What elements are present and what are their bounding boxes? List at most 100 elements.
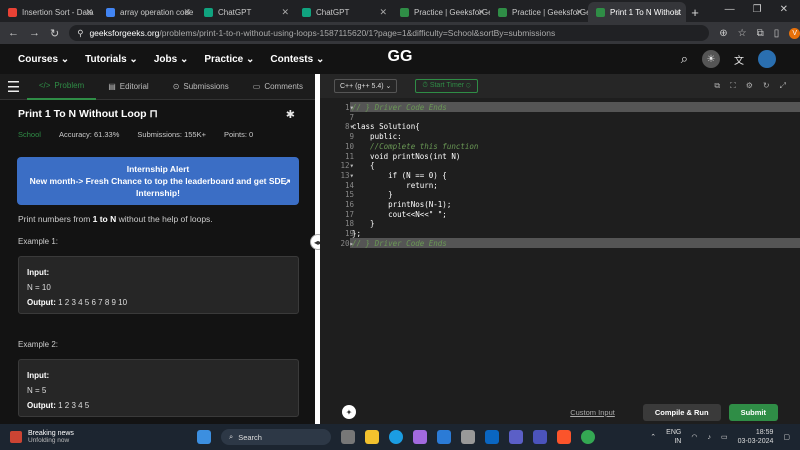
- brave-icon[interactable]: [557, 430, 571, 444]
- code-line: void printNos(int N): [352, 151, 461, 161]
- back-icon[interactable]: ←: [8, 27, 19, 39]
- gfg-nav-item[interactable]: Practice ⌄: [204, 54, 254, 65]
- compile-run-button[interactable]: Compile & Run: [642, 403, 721, 421]
- user-avatar[interactable]: [758, 50, 776, 68]
- profile-avatar[interactable]: V: [789, 27, 800, 39]
- language-select[interactable]: C++ (g++ 5.4) ⌄: [334, 79, 398, 93]
- settings-icon[interactable]: ⚙: [746, 81, 753, 91]
- example-1-box: Input: N = 10 Output: 1 2 3 4 5 6 7 8 9 …: [18, 256, 299, 314]
- code-line: // } Driver Code Ends: [352, 238, 447, 248]
- editor-actions: ✦ Custom Input Compile & Run Submit: [320, 400, 800, 424]
- tab-problem[interactable]: </> Problem: [26, 74, 97, 100]
- linkedin-icon[interactable]: [485, 430, 499, 444]
- browser-tab[interactable]: Print 1 To N Without ✕: [588, 2, 686, 22]
- report-bug-icon[interactable]: ✱: [286, 108, 295, 121]
- line-number: 10: [344, 141, 354, 151]
- gfg-logo[interactable]: GG: [380, 48, 420, 68]
- minimize-icon[interactable]: —: [725, 4, 735, 15]
- internship-alert-banner[interactable]: Internship Alert New month-> Fresh Chanc…: [17, 157, 299, 205]
- close-tab-icon[interactable]: ✕: [281, 7, 289, 18]
- line-number: 14: [344, 180, 354, 190]
- editor-panel: C++ (g++ 5.4) ⌄ ⏱ Start Timer ⊙ ⧉ ⛶ ⚙ ↻ …: [320, 74, 800, 424]
- code-line: }: [352, 219, 375, 229]
- reload-icon[interactable]: ↻: [50, 27, 59, 40]
- clock[interactable]: 18:59 03-03-2024: [738, 428, 774, 446]
- hint-bulb-icon[interactable]: ✦: [342, 405, 356, 419]
- start-timer-button[interactable]: ⏱ Start Timer ⊙: [415, 79, 478, 93]
- browser-tab[interactable]: ChatGPT ✕: [294, 2, 392, 22]
- extensions-icon[interactable]: ⧉: [757, 28, 764, 39]
- close-window-icon[interactable]: ✕: [780, 4, 788, 15]
- tab-title: Insertion Sort - Data: [22, 7, 94, 17]
- submit-button[interactable]: Submit: [728, 403, 778, 421]
- code-line: if (N == 0) {: [352, 170, 447, 180]
- fullscreen-icon[interactable]: ⛶: [730, 81, 736, 91]
- file-explorer-icon[interactable]: [365, 430, 379, 444]
- tab-favicon-icon: [204, 7, 213, 17]
- bookmark-star-icon[interactable]: ☆: [738, 28, 747, 39]
- browser-tab[interactable]: Practice | GeeksforGe ✕: [392, 2, 490, 22]
- language-indicator[interactable]: ENG IN: [666, 428, 681, 446]
- translate-icon[interactable]: 文: [734, 52, 744, 67]
- browser-tab[interactable]: Practice | GeeksforGe ✕: [490, 2, 588, 22]
- custom-input-link[interactable]: Custom Input: [570, 408, 615, 417]
- url-field[interactable]: ⚲ geeksforgeeks.org/problems/print-1-to-…: [69, 25, 710, 41]
- battery-icon[interactable]: ▭: [721, 433, 728, 441]
- code-icon: </>: [38, 81, 51, 90]
- tab-favicon-icon: [596, 7, 605, 17]
- close-tab-icon[interactable]: ✕: [183, 7, 191, 18]
- windows-start-icon[interactable]: [197, 430, 211, 444]
- code-editor[interactable]: 1▾// } Driver Code Ends 7 8▾ class Solution…: [320, 98, 800, 398]
- tab-editorial[interactable]: ▤ Editorial: [96, 74, 160, 100]
- problem-description: Print numbers from 1 to N without the he…: [18, 214, 213, 224]
- browser-tab-strip: Insertion Sort - Data ✕ array operation co…: [0, 0, 800, 22]
- volume-icon[interactable]: ♪: [707, 434, 711, 441]
- site-info-icon[interactable]: ⚲: [77, 28, 83, 39]
- bookmark-icon[interactable]: ⊓: [150, 108, 158, 120]
- line-number: 20▸: [340, 238, 354, 248]
- edge-icon[interactable]: [389, 430, 403, 444]
- app2-icon[interactable]: [509, 430, 523, 444]
- forward-icon[interactable]: →: [29, 27, 40, 39]
- close-tab-icon[interactable]: ✕: [673, 7, 681, 18]
- notification-icon[interactable]: ▢: [783, 433, 790, 441]
- line-number: 16: [344, 200, 354, 209]
- tab-comments[interactable]: ▭ Comments: [241, 74, 315, 100]
- line-number: 7: [349, 112, 354, 122]
- chevron-up-icon[interactable]: ⌃: [650, 433, 656, 441]
- task-view-icon[interactable]: [341, 430, 355, 444]
- gfg-nav-item[interactable]: Courses ⌄: [18, 54, 69, 65]
- teams-icon[interactable]: [533, 430, 547, 444]
- app-icon[interactable]: [461, 430, 475, 444]
- chrome-icon[interactable]: [581, 430, 595, 444]
- browser-tab[interactable]: ChatGPT ✕: [196, 2, 294, 22]
- tab-favicon-icon: [302, 7, 311, 17]
- expand-icon[interactable]: ⤢: [780, 81, 786, 91]
- close-tab-icon[interactable]: ✕: [85, 7, 93, 18]
- gfg-nav-item[interactable]: Jobs ⌄: [154, 54, 189, 65]
- close-tab-icon[interactable]: ✕: [575, 7, 583, 18]
- hamburger-menu-icon[interactable]: ☰: [0, 78, 27, 96]
- search-icon[interactable]: ⌕: [681, 51, 688, 67]
- maximize-icon[interactable]: ❐: [753, 4, 762, 15]
- browser-tab[interactable]: array operation code ✕: [98, 2, 196, 22]
- close-tab-icon[interactable]: ✕: [477, 7, 485, 18]
- theme-toggle-icon[interactable]: ☀: [702, 50, 720, 68]
- url-path: /problems/print-1-to-n-without-using-loo…: [159, 28, 556, 38]
- zoom-icon[interactable]: ⊕: [719, 28, 727, 39]
- vscode-icon[interactable]: [437, 430, 451, 444]
- sidebar-icon[interactable]: ▯: [774, 28, 780, 39]
- browser-tab[interactable]: Insertion Sort - Data ✕: [0, 2, 98, 22]
- reset-icon[interactable]: ↻: [763, 81, 770, 91]
- close-tab-icon[interactable]: ✕: [379, 7, 387, 18]
- new-tab-button[interactable]: +: [686, 5, 704, 20]
- news-widget[interactable]: Breaking news Unfolding now: [0, 430, 180, 444]
- gfg-navbar: Courses ⌄ Tutorials ⌄ Jobs ⌄ Practice ⌄ Cont…: [0, 44, 800, 74]
- gfg-nav-item[interactable]: Contests ⌄: [270, 54, 324, 65]
- copy-icon[interactable]: ⧉: [714, 81, 720, 91]
- store-icon[interactable]: [413, 430, 427, 444]
- taskbar-search[interactable]: ⌕ Search: [221, 429, 331, 445]
- wifi-icon[interactable]: ◠: [691, 433, 697, 441]
- gfg-nav-item[interactable]: Tutorials ⌄: [85, 54, 138, 65]
- tab-submissions[interactable]: ⊙ Submissions: [161, 74, 241, 100]
